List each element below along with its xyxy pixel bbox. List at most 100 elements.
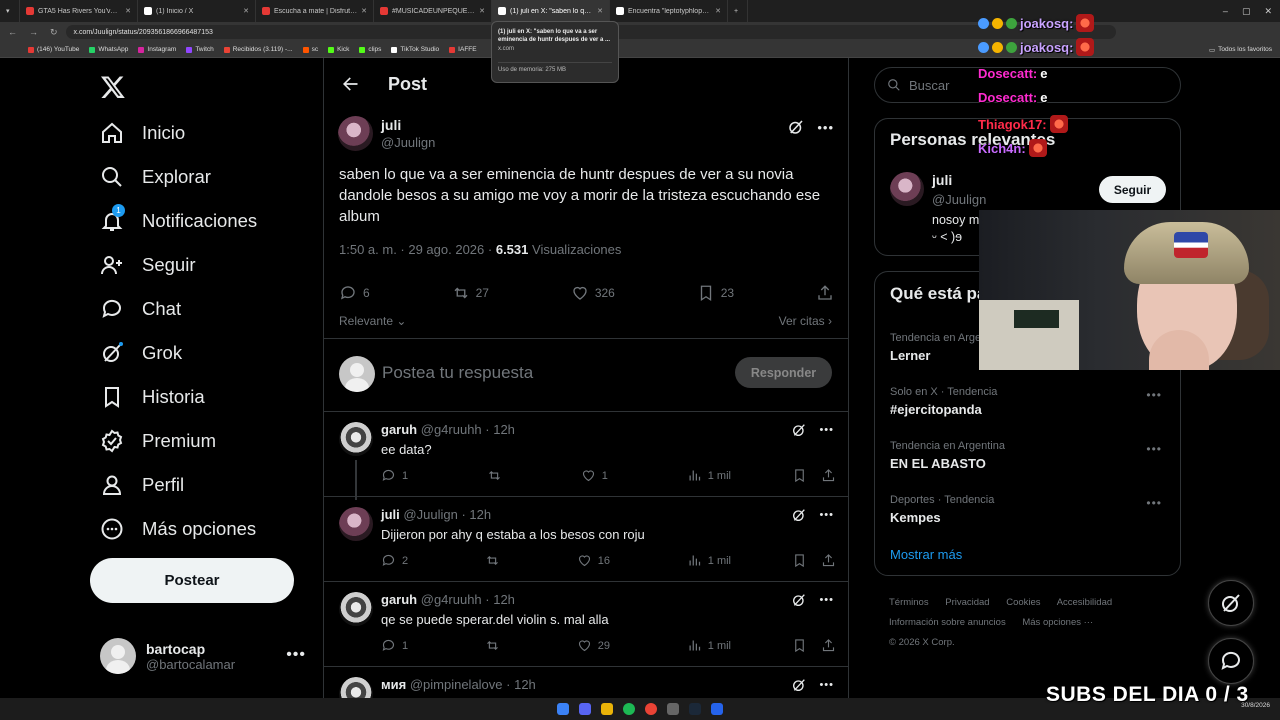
browser-tab[interactable]: (1) Inicio / X ✕ <box>138 0 256 22</box>
x-logo-icon[interactable] <box>100 74 126 100</box>
more-dots-icon[interactable]: ••• <box>819 594 834 606</box>
reply-post[interactable]: juli @Juulign · 12h ••• Dijieron por ahy q… <box>324 497 848 582</box>
share-button[interactable] <box>816 284 834 302</box>
sidebar-item-más-opciones[interactable]: Más opciones <box>100 517 256 541</box>
reply-author-name[interactable]: garuh <box>381 422 417 437</box>
sort-replies-dropdown[interactable]: Relevante ⌄ <box>339 314 406 328</box>
messages-fab[interactable] <box>1208 638 1254 684</box>
bookmark-item[interactable]: Twitch <box>186 46 214 53</box>
reply-avatar[interactable] <box>339 592 373 626</box>
reload-icon[interactable]: ↻ <box>50 27 58 38</box>
reply-input[interactable]: Postea tu respuesta <box>382 363 533 383</box>
more-dots-icon[interactable]: ••• <box>1146 442 1162 456</box>
sidebar-item-seguir[interactable]: Seguir <box>100 253 195 277</box>
reply-time[interactable]: · 12h <box>485 592 515 607</box>
account-switcher[interactable]: bartocap @bartocalamar ••• <box>100 638 310 674</box>
forward-icon[interactable]: → <box>29 27 38 38</box>
all-bookmarks[interactable]: ▭ Todos los favoritos <box>1209 46 1272 54</box>
grok-fab[interactable] <box>1208 580 1254 626</box>
person-info[interactable]: juli @Juulign <box>932 172 986 207</box>
tab-close-icon[interactable]: ✕ <box>243 7 249 15</box>
sidebar-item-notificaciones[interactable]: 1 Notificaciones <box>100 204 257 233</box>
sidebar-item-chat[interactable]: Chat <box>100 297 181 321</box>
tab-close-icon[interactable]: ✕ <box>479 7 485 15</box>
footer-ads-info[interactable]: Información sobre anuncios <box>889 617 1006 628</box>
tab-close-icon[interactable]: ✕ <box>715 7 721 15</box>
footer-cookies[interactable]: Cookies <box>1006 597 1040 608</box>
back-arrow-icon[interactable] <box>340 74 360 94</box>
browser-tab[interactable]: Escucha a mate | Disfruta de la... ✕ <box>256 0 374 22</box>
steam-icon[interactable] <box>689 703 701 715</box>
back-icon[interactable]: ← <box>8 27 17 38</box>
reply-author-handle[interactable]: @Juulign <box>403 507 457 522</box>
bookmark-button[interactable] <box>792 468 807 483</box>
reply-button[interactable]: 6 <box>339 284 370 302</box>
author-handle[interactable]: @Juulign <box>381 135 435 150</box>
share-button[interactable] <box>821 638 836 653</box>
browser-tab[interactable]: #MÚSICADEUNPEQUEÑOCUAR...✕ <box>374 0 492 22</box>
sidebar-item-premium[interactable]: Premium <box>100 429 216 453</box>
tab-close-icon[interactable]: ✕ <box>361 7 367 15</box>
reply-time[interactable]: · 12h <box>485 422 515 437</box>
sidebar-item-historia[interactable]: Historia <box>100 385 205 409</box>
follow-button[interactable]: Seguir <box>1099 176 1166 203</box>
tab-close-icon[interactable]: ✕ <box>125 7 131 15</box>
bookmark-item[interactable]: clips <box>359 46 381 53</box>
tab-close-icon[interactable]: ✕ <box>597 7 603 15</box>
grok-icon[interactable] <box>791 592 807 608</box>
reply-author-handle[interactable]: @g4ruuhh <box>421 592 482 607</box>
reply-post[interactable]: garuh @g4ruuhh · 12h ••• ee data? 1 1 1 mil <box>324 412 848 500</box>
reply-submit-button[interactable]: Responder <box>735 357 832 388</box>
bookmark-item[interactable]: WhatsApp <box>89 46 128 53</box>
bookmark-item[interactable]: IAFFE <box>449 46 477 53</box>
spotify-icon[interactable] <box>623 703 635 715</box>
grok-icon[interactable] <box>787 118 805 136</box>
like-button[interactable]: 326 <box>571 284 615 302</box>
reply-author-handle[interactable]: @g4ruuhh <box>421 422 482 437</box>
bookmark-button[interactable] <box>792 638 807 653</box>
footer-more[interactable]: Más opciones ··· <box>1022 617 1093 628</box>
views-button[interactable]: 1 mil <box>687 468 731 483</box>
more-dots-icon[interactable]: ••• <box>1146 388 1162 402</box>
views-button[interactable]: 1 mil <box>687 553 731 568</box>
reply-post[interactable]: garuh @g4ruuhh · 12h ••• qe se puede spera… <box>324 582 848 667</box>
author-avatar[interactable] <box>338 116 373 151</box>
grok-icon[interactable] <box>791 677 807 693</box>
reply-author-handle[interactable]: @pimpinelalove <box>410 677 503 692</box>
reply-avatar[interactable] <box>339 507 373 541</box>
sidebar-item-perfil[interactable]: Perfil <box>100 473 184 497</box>
sidebar-item-explorar[interactable]: Explorar <box>100 165 211 189</box>
show-more-link[interactable]: Mostrar más <box>890 547 962 562</box>
reply-button[interactable]: 1 <box>381 468 408 483</box>
like-button[interactable]: 1 <box>581 468 608 483</box>
author-name[interactable]: juli <box>381 117 435 133</box>
reply-avatar[interactable] <box>339 422 373 456</box>
app-icon[interactable] <box>711 703 723 715</box>
browser-tab[interactable]: GTA5 Has Rivers You've Never S...✕ <box>20 0 138 22</box>
discord-icon[interactable] <box>579 703 591 715</box>
more-dots-icon[interactable]: ••• <box>286 646 306 664</box>
more-dots-icon[interactable]: ••• <box>819 509 834 521</box>
like-button[interactable]: 29 <box>577 638 610 653</box>
reply-author-name[interactable]: мия <box>381 677 406 692</box>
trend-item[interactable]: Deportes · Tendencia Kempes ••• <box>890 494 1170 525</box>
bookmark-button[interactable]: 23 <box>697 284 734 302</box>
grok-icon[interactable] <box>791 507 807 523</box>
grok-icon[interactable] <box>791 422 807 438</box>
browser-tab[interactable]: (1) juli en X: "saben lo que va a ✕ <box>492 0 610 22</box>
repost-button[interactable]: 27 <box>452 284 489 302</box>
repost-button[interactable] <box>485 553 500 568</box>
tab-list-button[interactable]: ▾ <box>0 0 20 22</box>
footer-accessibility[interactable]: Accesibilidad <box>1057 597 1112 608</box>
footer-privacy[interactable]: Privacidad <box>945 597 989 608</box>
reply-author-name[interactable]: juli <box>381 507 400 522</box>
reply-button[interactable]: 2 <box>381 553 408 568</box>
settings-icon[interactable] <box>667 703 679 715</box>
bookmark-item[interactable]: TikTok Studio <box>391 46 439 53</box>
share-button[interactable] <box>821 553 836 568</box>
bookmark-item[interactable]: (146) YouTube <box>28 46 79 53</box>
more-dots-icon[interactable]: ••• <box>819 424 834 436</box>
repost-button[interactable] <box>485 638 500 653</box>
bookmark-button[interactable] <box>792 553 807 568</box>
reply-time[interactable]: · 12h <box>461 507 491 522</box>
